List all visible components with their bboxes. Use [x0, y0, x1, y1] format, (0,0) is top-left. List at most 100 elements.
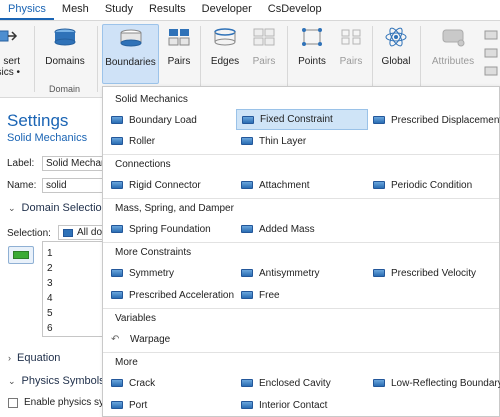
menu-item-enclosed-cavity[interactable]: Enclosed Cavity	[236, 373, 364, 393]
edges-label: Edges	[210, 56, 240, 67]
tab-csdevelop[interactable]: CsDevelop	[260, 2, 330, 20]
boundaries-label: Boundaries	[105, 57, 156, 68]
menu-item-label: Spring Foundation	[129, 223, 211, 235]
menu-item-symmetry[interactable]: Symmetry	[106, 263, 234, 283]
domains-label: Domains	[45, 56, 85, 67]
attributes-button[interactable]: Attributes	[428, 27, 478, 67]
menu-item-rigid-connector[interactable]: Rigid Connector	[106, 175, 234, 195]
enable-physics-symbols-row[interactable]: Enable physics sym	[8, 397, 112, 408]
boundaries-button[interactable]: Boundaries	[102, 24, 159, 84]
tab-results[interactable]: Results	[141, 2, 194, 20]
points-icon	[302, 28, 322, 46]
menu-item-boundary-load[interactable]: Boundary Load	[106, 110, 234, 130]
menu-item-label: Antisymmetry	[259, 267, 320, 279]
pairs-label: Pairs	[167, 56, 191, 67]
menu-item-spring-foundation[interactable]: Spring Foundation	[106, 219, 234, 239]
menu-item-label: Prescribed Acceleration	[129, 289, 235, 301]
menu-item-interior-contact[interactable]: Interior Contact	[236, 395, 364, 415]
ribbon-small-button[interactable]	[484, 48, 498, 58]
edge-pairs-button[interactable]: Pairs	[247, 27, 281, 67]
menu-item-antisymmetry[interactable]: Antisymmetry	[236, 263, 364, 283]
menu-item-label: Port	[129, 399, 148, 411]
menu-item-label: Symmetry	[129, 267, 174, 279]
menu-section-mass-spring-damper: Mass, Spring, and Damper	[103, 198, 499, 219]
menu-item-attachment[interactable]: Attachment	[236, 175, 364, 195]
tab-physics[interactable]: Physics	[0, 2, 54, 20]
tab-developer[interactable]: Developer	[194, 2, 260, 20]
menu-item-label: Added Mass	[259, 223, 315, 235]
menu-item-label: Roller	[129, 135, 156, 147]
boundary-icon	[241, 181, 253, 189]
menu-item-crack[interactable]: Crack	[106, 373, 234, 393]
list-item[interactable]: 1	[43, 248, 111, 260]
edges-button[interactable]: Edges	[207, 27, 243, 67]
edge-pairs-icon	[253, 28, 275, 46]
global-button[interactable]: Global	[378, 27, 414, 67]
point-pairs-button[interactable]: Pairs	[334, 27, 368, 67]
menu-item-label: Boundary Load	[129, 114, 197, 126]
menu-item-thin-layer[interactable]: Thin Layer	[236, 131, 364, 151]
menu-item-added-mass[interactable]: Added Mass	[236, 219, 364, 239]
menu-item-prescribed-acceleration[interactable]: Prescribed Acceleration	[106, 285, 234, 305]
menu-item-prescribed-velocity[interactable]: Prescribed Velocity	[368, 263, 496, 283]
menu-item-label: Prescribed Velocity	[391, 267, 477, 279]
name-caption: Name:	[7, 180, 37, 191]
menu-item-roller[interactable]: Roller	[106, 131, 234, 151]
list-item[interactable]: 6	[43, 323, 111, 335]
list-item[interactable]: 3	[43, 278, 111, 290]
domain-selection-label: Domain Selection	[21, 202, 108, 214]
ribbon-separator	[420, 26, 421, 92]
boundary-icon	[241, 269, 253, 277]
menu-item-periodic-condition[interactable]: Periodic Condition	[368, 175, 496, 195]
enable-physics-symbols-label: Enable physics sym	[24, 397, 113, 408]
tab-study[interactable]: Study	[97, 2, 141, 20]
tab-mesh[interactable]: Mesh	[54, 2, 97, 20]
points-label: Points	[298, 56, 326, 67]
selection-active-toggle[interactable]	[8, 246, 34, 264]
physics-symbols-label: Physics Symbols	[21, 375, 105, 387]
global-label: Global	[381, 56, 411, 67]
menu-item-label: Interior Contact	[259, 399, 328, 411]
list-item[interactable]: 4	[43, 293, 111, 305]
list-item[interactable]: 2	[43, 263, 111, 275]
points-button[interactable]: Points	[294, 27, 330, 67]
menu-item-label: Thin Layer	[259, 135, 307, 147]
boundary-icon	[111, 225, 123, 233]
menu-item-prescribed-displacement[interactable]: Prescribed Displacement	[368, 110, 500, 130]
boundary-icon	[241, 379, 253, 387]
edge-pairs-label: Pairs	[252, 56, 276, 67]
pairs-button[interactable]: Pairs	[162, 27, 196, 67]
edges-icon	[214, 28, 236, 46]
equation-label: Equation	[17, 352, 61, 364]
selection-caption: Selection:	[7, 228, 51, 239]
ribbon-small-button[interactable]	[484, 66, 498, 76]
domain-selection-section[interactable]: ⌄ Domain Selection	[0, 198, 110, 219]
boundary-icon	[242, 115, 254, 124]
menu-section-more: More	[103, 352, 499, 373]
ribbon-small-button[interactable]	[484, 30, 498, 40]
boundary-icon	[111, 116, 123, 124]
atom-icon	[385, 27, 407, 47]
domains-button[interactable]: Domains	[43, 27, 87, 81]
menu-item-label: Fixed Constraint	[260, 114, 333, 125]
selection-value: All do	[77, 227, 103, 238]
menu-item-label: Enclosed Cavity	[259, 377, 331, 389]
insert-physics-button[interactable]: sert sics •	[0, 27, 20, 78]
menu-item-low-reflecting-boundary[interactable]: Low-Reflecting Boundary	[368, 373, 500, 393]
menu-item-label: Low-Reflecting Boundary	[391, 377, 500, 389]
warpage-icon: ↶	[111, 333, 120, 345]
equation-section[interactable]: › Equation	[0, 348, 110, 369]
menu-item-port[interactable]: Port	[106, 395, 234, 415]
settings-title: Settings	[7, 111, 69, 130]
menu-item-free[interactable]: Free	[236, 285, 364, 305]
menu-item-warpage[interactable]: ↶ Warpage	[106, 329, 234, 349]
list-item[interactable]: 5	[43, 308, 111, 320]
layers-icon	[484, 66, 498, 76]
domain-selection-icon	[13, 251, 29, 259]
menu-item-fixed-constraint[interactable]: Fixed Constraint	[236, 109, 368, 130]
boundary-icon	[373, 181, 385, 189]
physics-symbols-section[interactable]: ⌄ Physics Symbols	[0, 371, 110, 392]
layers-icon	[484, 30, 498, 40]
enable-physics-symbols-checkbox[interactable]	[8, 397, 18, 408]
boundaries-dropdown-menu: Solid Mechanics Boundary Load Fixed Cons…	[102, 86, 500, 417]
